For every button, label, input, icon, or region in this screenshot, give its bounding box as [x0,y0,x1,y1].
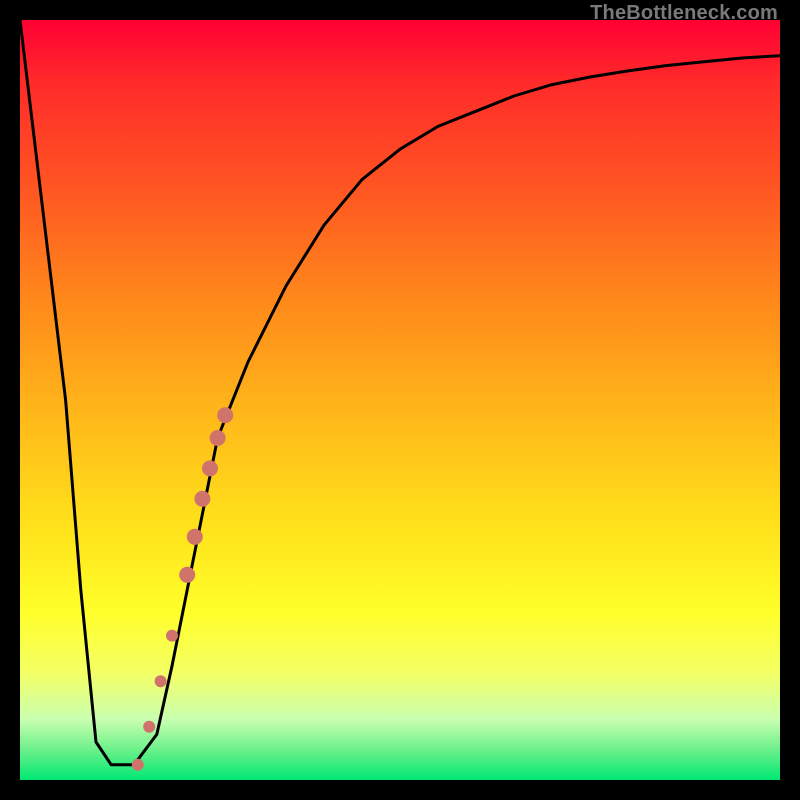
highlight-dot [155,675,167,687]
bottleneck-curve [20,20,780,765]
watermark-text: TheBottleneck.com [590,2,778,25]
highlight-dot [143,721,155,733]
highlight-dot [179,567,195,583]
chart-frame: TheBottleneck.com [0,0,800,800]
highlight-dot [166,630,178,642]
highlight-dot [210,430,226,446]
plot-area [20,20,780,780]
highlight-dot [194,491,210,507]
highlight-markers [132,407,233,771]
highlight-dot [132,759,144,771]
highlight-dot [217,407,233,423]
highlight-dot [187,529,203,545]
highlight-dot [202,460,218,476]
chart-svg [20,20,780,780]
